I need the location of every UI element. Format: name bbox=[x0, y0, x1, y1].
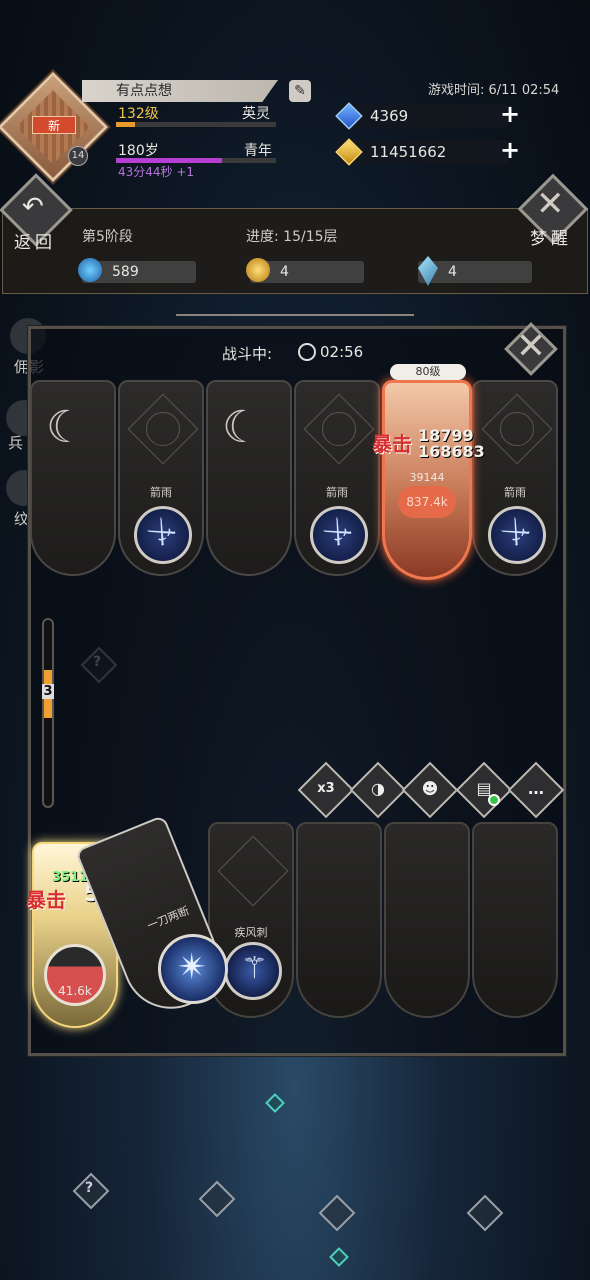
gold-counter: 11451662 bbox=[340, 140, 508, 164]
trident-icon: ⚚ bbox=[241, 951, 268, 986]
boss-crit-damage-2: 168683 bbox=[418, 442, 485, 461]
boss-hp-orb: 837.4k bbox=[398, 486, 456, 518]
close-icon: ✕ bbox=[515, 326, 547, 367]
enemy-card-2[interactable]: 箭雨 ⚔ bbox=[118, 380, 204, 576]
hero-crit-label: 暴击 bbox=[26, 888, 66, 912]
stage-progress: 进度: 15/15层 bbox=[246, 229, 338, 245]
boss-crit-label: 暴击 bbox=[372, 432, 412, 456]
enemy-card-3[interactable]: ☾ bbox=[206, 380, 292, 576]
sword-skill-orb: ⚔ bbox=[134, 506, 192, 564]
side-menu-label-3[interactable]: 纹 bbox=[14, 508, 29, 529]
map-node-enemy[interactable] bbox=[318, 1194, 356, 1232]
sword-icon: ⚔ bbox=[140, 510, 185, 555]
crescent-moon-icon: ☾ bbox=[46, 402, 86, 453]
game-time: 游戏时间: 6/11 02:54 bbox=[428, 83, 560, 98]
mask-icon: ☻ bbox=[421, 779, 439, 798]
level-progress-bar bbox=[116, 122, 276, 127]
card-skill-name: 箭雨 bbox=[504, 486, 526, 499]
sigil-ring bbox=[322, 412, 356, 446]
player-rank: 英灵 bbox=[242, 106, 270, 122]
swirl-icon: ◑ bbox=[371, 779, 385, 798]
side-menu-label-2[interactable]: 兵 bbox=[8, 432, 23, 453]
clock-icon bbox=[298, 343, 316, 361]
sigil-icon bbox=[217, 835, 289, 907]
battle-timer: 02:56 bbox=[320, 343, 364, 361]
avatar-level-badge: 14 bbox=[68, 146, 88, 166]
blue-orb-icon bbox=[78, 258, 102, 282]
sword-icon: ⚔ bbox=[316, 510, 361, 555]
stage-number: 第5阶段 bbox=[82, 229, 133, 245]
add-gold-button[interactable]: + bbox=[499, 138, 521, 162]
slash-skill-orb: ✴ bbox=[158, 934, 228, 1004]
path-diamond bbox=[265, 1093, 285, 1113]
trident-skill-orb: ⚚ bbox=[224, 942, 282, 1000]
speed-label: x3 bbox=[317, 781, 335, 796]
chat-icon: … bbox=[528, 779, 544, 798]
enemy-card-1[interactable]: ☾ bbox=[30, 380, 116, 576]
edit-name-icon[interactable]: ✎ bbox=[289, 80, 311, 102]
player-card-slot-4[interactable] bbox=[296, 822, 382, 1018]
gem-counter: 4369 bbox=[340, 104, 508, 128]
sword-icon: ⚔ bbox=[494, 510, 539, 555]
player-level: 132级 bbox=[118, 106, 159, 122]
wake-x-icon: ✕ bbox=[536, 184, 565, 224]
back-arrow-icon: ↶ bbox=[22, 192, 44, 222]
player-card-slot-5[interactable] bbox=[384, 822, 470, 1018]
player-name: 有点点想 bbox=[82, 80, 278, 102]
player-card-slot-6[interactable] bbox=[472, 822, 558, 1018]
player-age: 180岁 bbox=[118, 143, 159, 159]
battle-ornament bbox=[176, 314, 414, 328]
round-counter: 3 bbox=[42, 684, 54, 699]
hero-hp-orb: 41.6k bbox=[44, 944, 106, 1006]
gold-coin-icon bbox=[246, 258, 270, 282]
map-node-enemy[interactable] bbox=[198, 1180, 236, 1218]
crescent-moon-icon: ☾ bbox=[222, 402, 262, 453]
boss-level: 80级 bbox=[390, 364, 466, 380]
enemy-card-4[interactable]: 箭雨 ⚔ bbox=[294, 380, 380, 576]
card-skill-name: 疾风刺 bbox=[234, 926, 268, 939]
notification-dot bbox=[488, 794, 500, 806]
add-gems-button[interactable]: + bbox=[499, 102, 521, 126]
boss-hp-value: 39144 bbox=[409, 471, 445, 484]
map-node-enemy[interactable] bbox=[466, 1194, 504, 1232]
card-skill-name: 箭雨 bbox=[150, 486, 172, 499]
player-life-stage: 青年 bbox=[244, 143, 272, 159]
back-label[interactable]: 返回 bbox=[14, 228, 56, 253]
card-skill-name: 箭雨 bbox=[326, 486, 348, 499]
sword-skill-orb: ⚔ bbox=[310, 506, 368, 564]
path-diamond bbox=[329, 1247, 349, 1267]
slash-icon: ✴ bbox=[177, 947, 208, 988]
sigil-ring bbox=[500, 412, 534, 446]
avatar-new-badge: 新 bbox=[32, 116, 76, 134]
wake-label[interactable]: 梦醒 bbox=[530, 224, 572, 249]
enemy-card-5[interactable]: 箭雨 ⚔ bbox=[472, 380, 558, 576]
sword-skill-orb: ⚔ bbox=[488, 506, 546, 564]
question-mark-icon: ? bbox=[85, 1180, 94, 1196]
battle-status: 战斗中: bbox=[222, 345, 273, 363]
life-countdown: 43分44秒 +1 bbox=[118, 165, 195, 179]
sigil-ring bbox=[146, 412, 180, 446]
